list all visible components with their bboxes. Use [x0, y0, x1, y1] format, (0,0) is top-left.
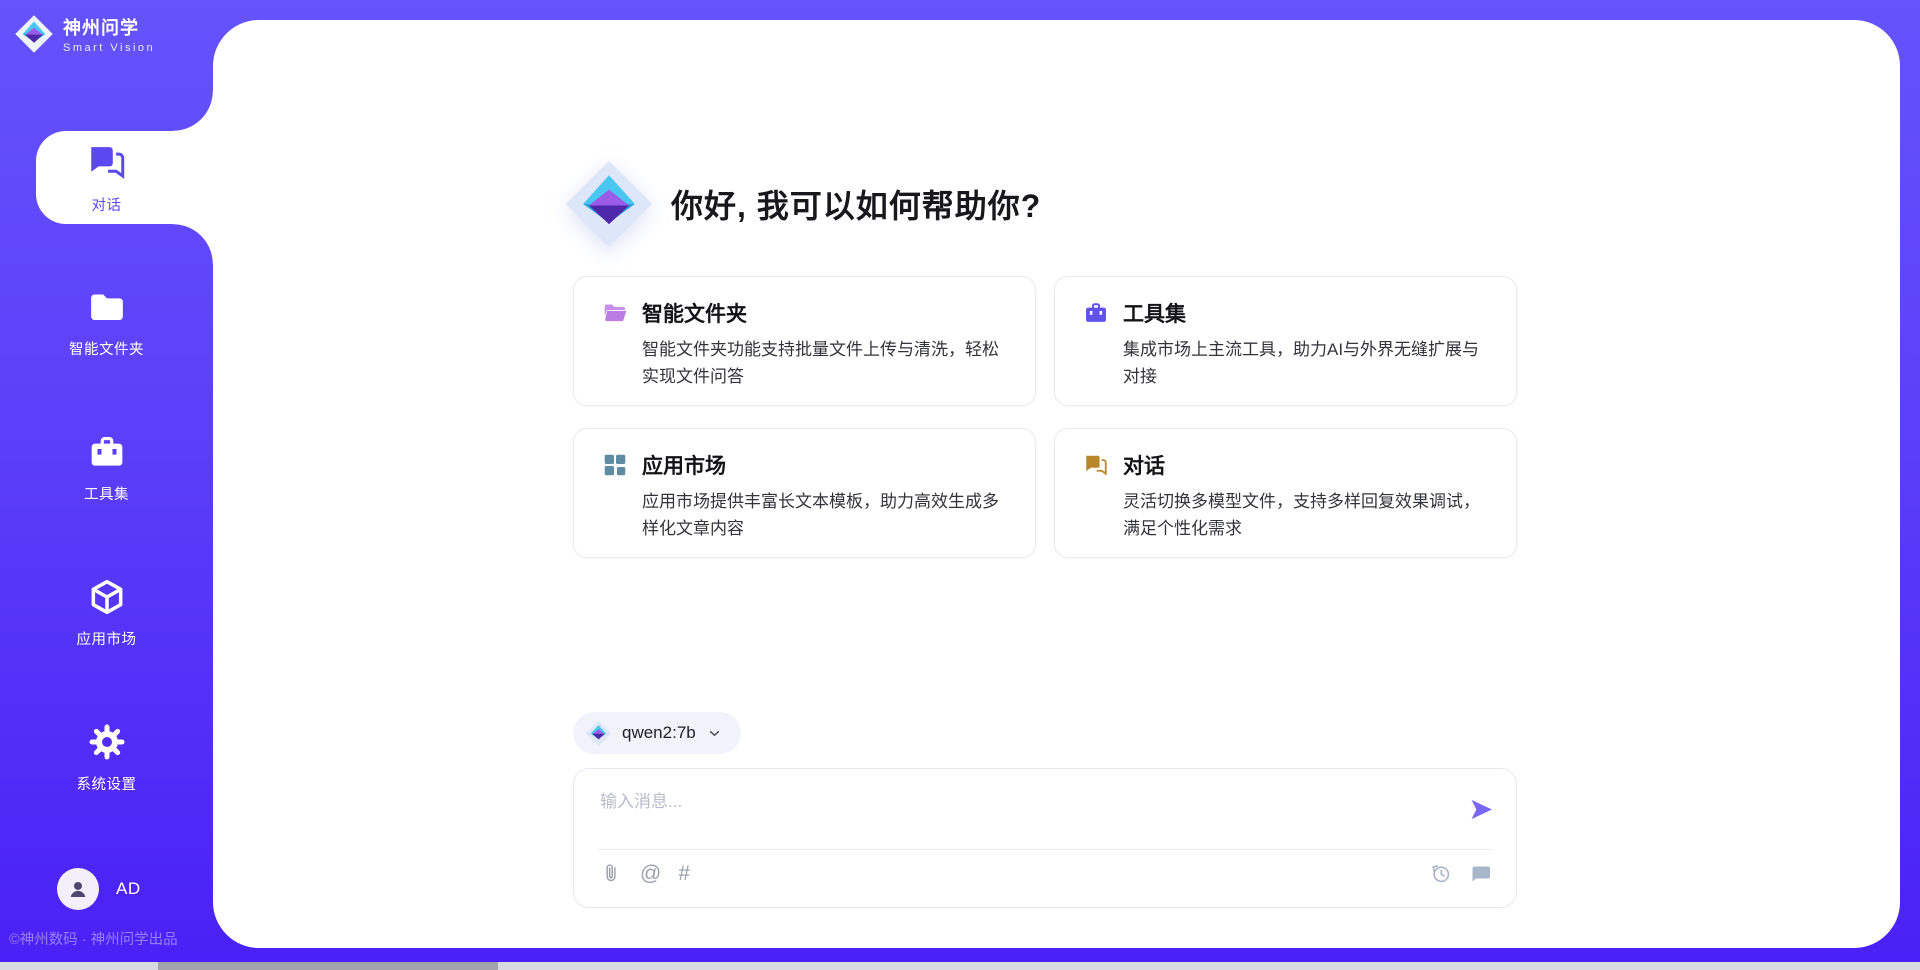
brand-diamond-icon [563, 158, 655, 250]
card-description: 应用市场提供丰富长文本模板，助力高效生成多样化文章内容 [602, 489, 1007, 543]
user-account[interactable]: AD [57, 868, 141, 910]
card-description: 智能文件夹功能支持批量文件上传与清洗，轻松实现文件问答 [602, 337, 1007, 391]
horizontal-scrollbar[interactable] [0, 962, 1920, 970]
message-input[interactable] [600, 787, 1430, 845]
sidebar-item-toolset[interactable]: 工具集 [0, 395, 213, 540]
sidebar-item-label: 应用市场 [77, 628, 137, 649]
person-icon [65, 876, 91, 902]
sidebar-item-smart-folder[interactable]: 智能文件夹 [0, 250, 213, 395]
brand-diamond-icon [14, 14, 54, 54]
main-content: 你好, 我可以如何帮助你? 智能文件夹 智能文件夹功能支持批量文件上传与清洗，轻… [573, 20, 1517, 948]
greeting-text: 你好, 我可以如何帮助你? [671, 181, 1041, 227]
card-title: 工具集 [1123, 298, 1186, 328]
send-icon [1468, 796, 1495, 823]
brand-diamond-icon [585, 720, 612, 747]
attachment-icon[interactable] [600, 862, 623, 885]
toolbox-icon [1083, 300, 1109, 326]
sidebar-item-label: 智能文件夹 [69, 338, 144, 359]
brand-subtitle: Smart Vision [63, 42, 155, 54]
feature-cards: 智能文件夹 智能文件夹功能支持批量文件上传与清洗，轻松实现文件问答 工具集 集成… [573, 276, 1517, 558]
send-button[interactable] [1468, 796, 1495, 823]
history-icon[interactable] [1429, 862, 1453, 886]
composer-tools-right [1429, 862, 1492, 886]
brand-name: 神州问学 [63, 14, 155, 40]
mention-icon[interactable]: @ [640, 862, 661, 885]
card-description: 灵活切换多模型文件，支持多样回复效果调试，满足个性化需求 [1083, 489, 1488, 543]
toolbox-icon [87, 432, 127, 472]
model-name: qwen2:7b [622, 723, 696, 743]
grid-icon [602, 452, 628, 478]
card-description: 集成市场上主流工具，助力AI与外界无缝扩展与对接 [1083, 337, 1488, 391]
card-chat[interactable]: 对话 灵活切换多模型文件，支持多样回复效果调试，满足个性化需求 [1054, 428, 1517, 558]
copyright-text: ©神州数码 · 神州问学出品 [9, 928, 211, 949]
avatar [57, 868, 99, 910]
folder-icon [602, 300, 628, 326]
card-smart-folder[interactable]: 智能文件夹 智能文件夹功能支持批量文件上传与清洗，轻松实现文件问答 [573, 276, 1036, 406]
sidebar-item-chat[interactable]: 对话 [0, 105, 213, 250]
card-title: 对话 [1123, 450, 1165, 480]
topic-hash-icon[interactable]: # [678, 862, 690, 885]
active-tab-curve-top [173, 91, 213, 131]
conversations-icon[interactable] [1468, 862, 1492, 886]
user-initials: AD [116, 879, 141, 899]
chat-icon [86, 141, 128, 183]
sidebar-item-app-market[interactable]: 应用市场 [0, 540, 213, 685]
brand-logo: 神州问学 Smart Vision [14, 14, 155, 54]
chat-icon [1083, 452, 1109, 478]
cube-icon [87, 577, 127, 617]
composer-tools-left: @ # [600, 862, 690, 885]
gear-icon [87, 722, 127, 762]
message-composer: @ # [573, 768, 1517, 908]
folder-icon [87, 287, 127, 327]
card-app-market[interactable]: 应用市场 应用市场提供丰富长文本模板，助力高效生成多样化文章内容 [573, 428, 1036, 558]
sidebar: 神州问学 Smart Vision 对话 智能文件夹 [0, 0, 213, 962]
welcome-header: 你好, 我可以如何帮助你? [563, 158, 1041, 250]
sidebar-item-settings[interactable]: 系统设置 [0, 685, 213, 830]
composer-divider [598, 849, 1492, 850]
sidebar-item-label: 工具集 [84, 483, 129, 504]
card-toolset[interactable]: 工具集 集成市场上主流工具，助力AI与外界无缝扩展与对接 [1054, 276, 1517, 406]
card-title: 应用市场 [642, 450, 726, 480]
card-title: 智能文件夹 [642, 298, 747, 328]
app-window: 神州问学 Smart Vision 对话 智能文件夹 [0, 0, 1920, 970]
sidebar-nav: 对话 智能文件夹 工具集 [0, 105, 213, 830]
main-panel: 你好, 我可以如何帮助你? 智能文件夹 智能文件夹功能支持批量文件上传与清洗，轻… [213, 20, 1900, 948]
sidebar-item-label: 系统设置 [77, 773, 137, 794]
chevron-down-icon [706, 725, 723, 742]
sidebar-item-label: 对话 [92, 194, 122, 215]
model-selector[interactable]: qwen2:7b [573, 712, 741, 754]
scrollbar-thumb[interactable] [158, 962, 498, 970]
